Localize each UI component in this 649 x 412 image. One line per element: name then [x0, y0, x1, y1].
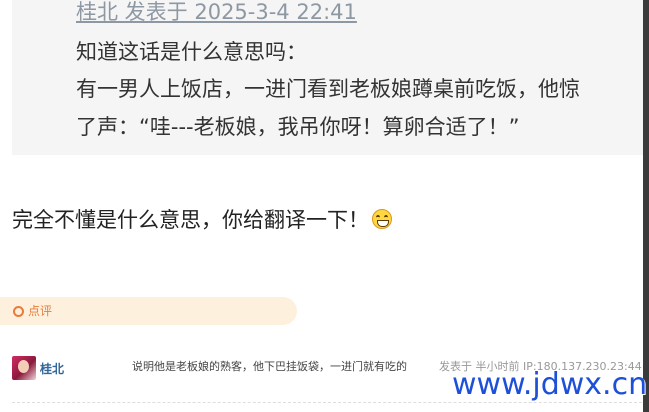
- quote-author-link[interactable]: 桂北 发表于 2025-3-4 22:41: [76, 0, 357, 25]
- grin-emoji-icon: [372, 209, 392, 229]
- quote-line: 知道这话是什么意思吗：: [76, 40, 307, 64]
- right-edge-strip: [643, 0, 649, 412]
- quote-line: 有一男人上饭店，一进门看到老板娘蹲桌前吃饭，他惊: [76, 77, 580, 101]
- site-watermark: www.jdwx.cn: [452, 367, 648, 402]
- comment-section-label: 点评: [28, 304, 53, 318]
- post-text: 完全不懂是什么意思，你给翻译一下！: [12, 208, 369, 232]
- quote-block: “ 桂北 发表于 2025-3-4 22:41 知道这话是什么意思吗： 有一男人…: [12, 0, 649, 155]
- quote-line: 了声：“哇---老板娘，我吊你呀！算卵合适了！”: [76, 115, 520, 139]
- avatar[interactable]: [12, 356, 36, 380]
- comment-circle-icon: [13, 306, 24, 317]
- reply-text: 说明他是老板娘的熟客，他下巴挂饭袋，一进门就有吃的: [132, 360, 407, 373]
- quote-mark-icon: “: [32, 0, 61, 38]
- reply-username-link[interactable]: 桂北: [40, 361, 64, 377]
- post-content: 完全不懂是什么意思，你给翻译一下！: [12, 206, 392, 234]
- comment-section-header: 点评: [0, 297, 297, 325]
